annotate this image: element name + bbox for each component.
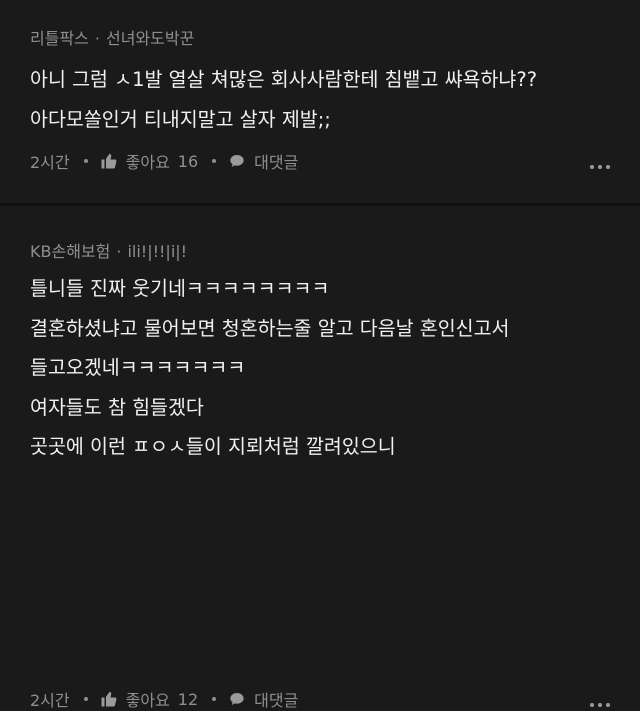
more-dots-icon[interactable] bbox=[590, 703, 610, 707]
like-label[interactable]: 좋아요 bbox=[126, 687, 170, 711]
comment-footer: 2시간 좋아요 12 대댓글 bbox=[30, 687, 298, 711]
more-dot bbox=[590, 165, 594, 169]
comment-line: 여자들도 참 힘들겠다 bbox=[30, 395, 204, 419]
thumbs-up-icon[interactable] bbox=[100, 152, 118, 170]
comment-item: 리틀팍스 · 선녀와도박꾼 아니 그럼 ㅅ1발 열살 쳐많은 회사사람한테 침뱉고 … bbox=[0, 0, 640, 203]
meta-separator: · bbox=[94, 29, 100, 48]
like-label[interactable]: 좋아요 bbox=[126, 149, 170, 173]
reply-label[interactable]: 대댓글 bbox=[254, 149, 298, 173]
footer-dot bbox=[83, 159, 88, 163]
thumbs-up-icon[interactable] bbox=[100, 690, 118, 708]
footer-dot bbox=[212, 159, 217, 163]
footer-dot bbox=[83, 697, 88, 701]
speech-bubble-icon[interactable] bbox=[228, 690, 246, 708]
like-count: 12 bbox=[177, 689, 199, 709]
comment-body: 아니 그럼 ㅅ1발 열살 쳐많은 회사사람한테 침뱉고 쌰욕하냐?? 아다모쏠인… bbox=[30, 60, 537, 140]
meta-separator: · bbox=[116, 242, 122, 261]
like-count: 16 bbox=[177, 151, 199, 171]
more-dots-icon[interactable] bbox=[590, 165, 610, 169]
more-dot bbox=[590, 703, 594, 707]
author-tag: 선녀와도박꾼 bbox=[105, 29, 195, 48]
comment-line: 들고오겠네ㅋㅋㅋㅋㅋㅋㅋ bbox=[30, 356, 246, 379]
comment-meta: 리틀팍스 · 선녀와도박꾼 bbox=[30, 25, 194, 49]
more-dot bbox=[598, 165, 602, 169]
reply-label[interactable]: 대댓글 bbox=[254, 687, 298, 711]
more-dot bbox=[598, 703, 602, 707]
author-name[interactable]: 리틀팍스 bbox=[30, 29, 89, 48]
comment-body: 틀니들 진짜 웃기네ㅋㅋㅋㅋㅋㅋㅋㅋ 결혼하셨냐고 물어보면 청혼하는줄 알고 … bbox=[30, 269, 510, 467]
comment-line: 아니 그럼 ㅅ1발 열살 쳐많은 회사사람한테 침뱉고 쌰욕하냐?? bbox=[30, 68, 538, 91]
author-name[interactable]: KB손해보험 bbox=[30, 242, 110, 261]
comment-line: 곳곳에 이런 ㅍㅇㅅ들이 지뢰처럼 깔려있으니 bbox=[30, 435, 396, 458]
comment-line: 틀니들 진짜 웃기네ㅋㅋㅋㅋㅋㅋㅋㅋ bbox=[30, 277, 330, 300]
comment-line: 아다모쏠인거 티내지말고 살자 제발;; bbox=[30, 108, 331, 131]
comment-time: 2시간 bbox=[30, 691, 70, 710]
comment-time: 2시간 bbox=[30, 153, 70, 172]
speech-bubble-icon[interactable] bbox=[228, 152, 246, 170]
more-dot bbox=[606, 703, 610, 707]
comment-line: 결혼하셨냐고 물어보면 청혼하는줄 알고 다음날 혼인신고서 bbox=[30, 316, 510, 340]
comment-footer: 2시간 좋아요 16 대댓글 bbox=[30, 149, 298, 173]
footer-dot bbox=[212, 697, 217, 701]
comment-item: KB손해보험 · ili!|!!|i|! 틀니들 진짜 웃기네ㅋㅋㅋㅋㅋㅋㅋㅋ 결혼… bbox=[0, 206, 640, 710]
more-dot bbox=[606, 165, 610, 169]
author-tag: ili!|!!|i|! bbox=[127, 242, 188, 261]
comment-meta: KB손해보험 · ili!|!!|i|! bbox=[30, 238, 187, 262]
